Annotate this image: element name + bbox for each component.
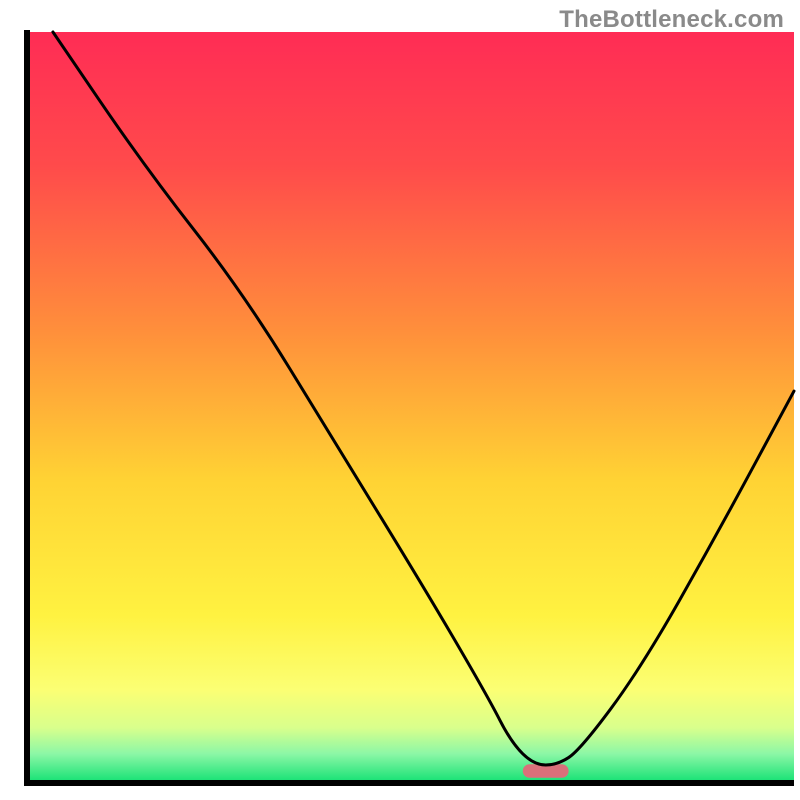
gradient-background — [30, 32, 794, 780]
watermark-text: TheBottleneck.com — [559, 6, 784, 34]
chart-svg — [0, 0, 800, 800]
bottleneck-chart: TheBottleneck.com — [0, 0, 800, 800]
axis-bottom — [24, 780, 794, 786]
axis-left — [24, 30, 30, 786]
